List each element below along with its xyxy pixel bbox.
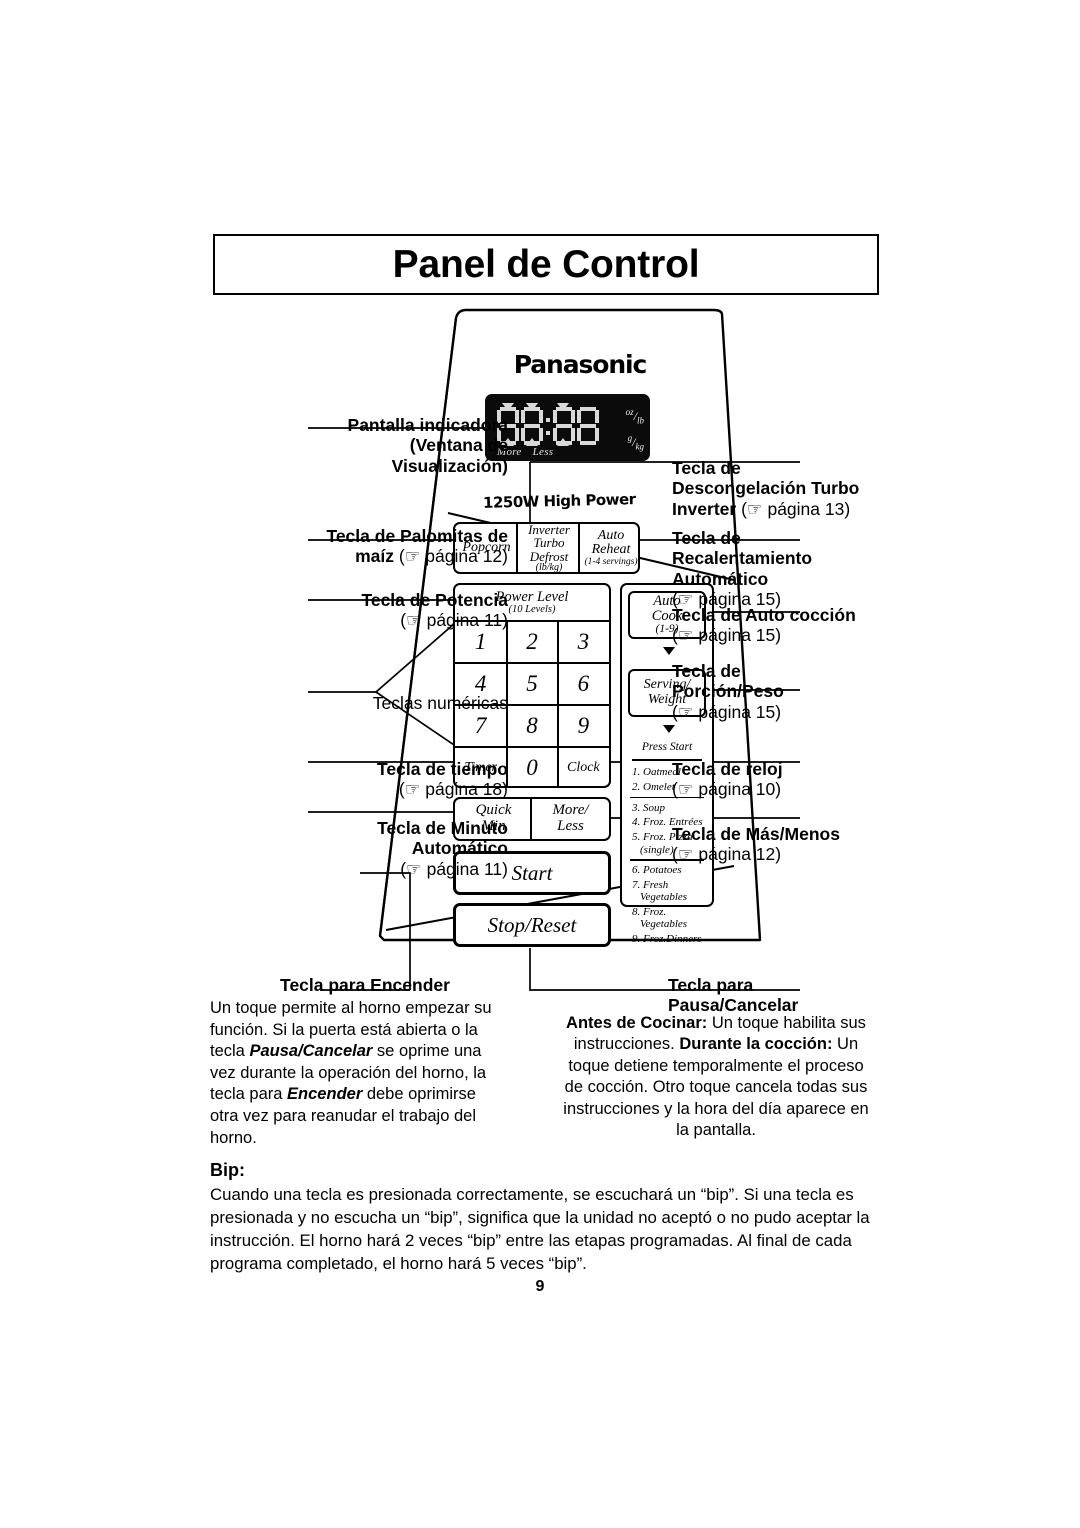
callout-defrost-page: (☞ página 13) bbox=[741, 498, 851, 519]
callout-moreless-line1: Tecla de Más/Menos bbox=[672, 824, 840, 844]
callout-autocook-line1: Tecla de Auto cocción bbox=[672, 605, 856, 625]
callout-reheat: Tecla de Recalentamiento Automático (☞ p… bbox=[672, 528, 887, 610]
callout-power: Tecla de Potencia (☞ página 11) bbox=[190, 590, 508, 631]
callout-timer-line1: Tecla de tiempo bbox=[377, 759, 508, 779]
encender-section-title: Tecla para Encender bbox=[280, 975, 450, 995]
callout-reheat-line1: Tecla de bbox=[672, 528, 741, 548]
callout-serving: Tecla de Porción/Peso (☞ página 15) bbox=[672, 661, 887, 722]
callout-display-line2: (Ventana de bbox=[409, 435, 508, 456]
page-title-box: Panel de Control bbox=[213, 234, 879, 295]
callout-display: Pantalla indicadora (Ventana de Visualiz… bbox=[200, 415, 508, 476]
encender-body-bold2: Encender bbox=[287, 1085, 363, 1104]
callout-timer: Tecla de tiempo (☞ página 18) bbox=[190, 759, 508, 800]
callout-numeric-keys: Teclas numéricas bbox=[190, 693, 508, 713]
callout-defrost-line1: Tecla de bbox=[672, 458, 741, 478]
page-title: Panel de Control bbox=[392, 242, 700, 286]
pausa-section-title: Tecla para Pausa/Cancelar bbox=[668, 975, 888, 1016]
callout-quickmin-page: (☞ página 11) bbox=[400, 858, 508, 879]
bip-section-body: Cuando una tecla es presionada correctam… bbox=[210, 1185, 870, 1273]
callout-serving-line1: Tecla de bbox=[672, 661, 741, 681]
callout-moreless: Tecla de Más/Menos (☞ página 12) bbox=[672, 824, 894, 865]
callout-timer-page: (☞ página 18) bbox=[398, 779, 508, 800]
encender-body-bold1: Pausa/Cancelar bbox=[249, 1042, 373, 1061]
bip-section-title: Bip: bbox=[210, 1160, 245, 1180]
callout-serving-line2: Porción/Peso bbox=[672, 681, 784, 702]
callout-quickmin-line1: Tecla de Minuto bbox=[377, 818, 508, 838]
pausa-lead1: Antes de Cocinar: bbox=[566, 1014, 708, 1032]
callout-moreless-page: (☞ página 12) bbox=[672, 844, 782, 865]
control-panel-diagram: Panasonic More Less oz/lb g/kg 1250W Hig… bbox=[200, 300, 900, 1000]
pausa-title-line1: Tecla para bbox=[668, 975, 754, 995]
callout-reheat-line2: Recalentamiento bbox=[672, 548, 813, 569]
callout-popcorn: Tecla de Palomitas de maíz (☞ página 12) bbox=[190, 526, 508, 567]
panel-outline-and-leaders bbox=[308, 308, 800, 991]
callout-defrost: Tecla de Descongelación Turbo Inverter (… bbox=[672, 458, 887, 519]
callout-display-line3: Visualización) bbox=[391, 455, 508, 476]
callout-numeric-line1: Teclas numéricas bbox=[372, 693, 508, 713]
callout-quick-min: Tecla de Minuto Automático (☞ página 11) bbox=[190, 818, 508, 879]
callout-popcorn-line1: Tecla de Palomitas de bbox=[326, 526, 508, 546]
callout-reheat-line3: Automático bbox=[672, 568, 769, 589]
callout-clock: Tecla de reloj (☞ página 10) bbox=[672, 759, 887, 800]
callout-serving-page: (☞ página 15) bbox=[672, 701, 782, 722]
page-number: 9 bbox=[535, 1278, 545, 1295]
callout-autocook: Tecla de Auto cocción (☞ página 15) bbox=[672, 605, 894, 646]
callout-popcorn-line2: maíz bbox=[355, 546, 395, 567]
callout-clock-line1: Tecla de reloj bbox=[672, 759, 783, 779]
callout-defrost-line3: Inverter bbox=[672, 498, 737, 519]
callout-power-line1: Tecla de Potencia bbox=[361, 590, 508, 610]
callout-popcorn-page: (☞ página 12) bbox=[398, 546, 508, 567]
callout-power-page: (☞ página 11) bbox=[400, 610, 508, 631]
callout-display-line1: Pantalla indicadora bbox=[347, 415, 508, 435]
pausa-section-body: Antes de Cocinar: Un toque habilita sus … bbox=[560, 1013, 872, 1142]
callout-clock-page: (☞ página 10) bbox=[672, 779, 782, 800]
callout-defrost-line2: Descongelación Turbo bbox=[672, 478, 860, 499]
callout-autocook-page: (☞ página 15) bbox=[672, 625, 782, 646]
callout-quickmin-line2: Automático bbox=[411, 838, 508, 859]
pausa-lead2: Durante la cocción: bbox=[679, 1035, 833, 1054]
encender-section-body: Un toque permite al horno empezar su fun… bbox=[210, 998, 495, 1149]
